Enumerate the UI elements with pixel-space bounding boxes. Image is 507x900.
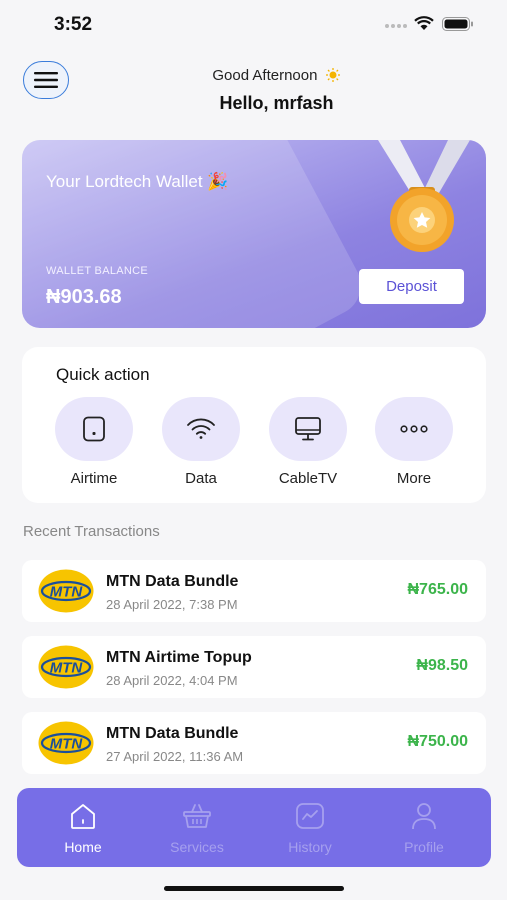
status-time: 3:52 (54, 14, 93, 35)
quick-action-label: More (396, 470, 432, 487)
cellular-signal-icon (385, 24, 407, 28)
transaction-row[interactable]: MTN MTN Data Bundle 27 April 2022, 11:36… (22, 712, 486, 774)
mtn-logo-text: MTN (50, 584, 84, 601)
transaction-date: 28 April 2022, 4:04 PM (106, 673, 238, 688)
quick-action-card: Quick action Airtime Data CableTV More (22, 347, 486, 503)
mtn-logo-icon: MTN (38, 721, 94, 765)
wallet-balance: ₦903.68 (46, 286, 122, 308)
mtn-logo-text: MTN (50, 660, 84, 677)
transaction-amount: ₦765.00 (407, 581, 469, 598)
mtn-logo-icon: MTN (38, 569, 94, 613)
recent-transactions-title: Recent Transactions (23, 523, 160, 540)
nav-services[interactable]: Services (147, 802, 247, 855)
quick-action-cabletv[interactable]: CableTV (269, 397, 347, 487)
basket-icon (183, 804, 211, 828)
quick-action-circle (55, 397, 133, 461)
nav-history[interactable]: History (260, 802, 360, 855)
chart-icon (296, 803, 324, 829)
nav-label: History (288, 839, 332, 855)
home-indicator (164, 886, 344, 891)
wallet-card: Your Lordtech Wallet 🎉 WALLET BALANCE ₦9… (22, 140, 486, 328)
nav-label: Profile (404, 839, 444, 855)
hello-username: Hello, mrfash (219, 93, 334, 113)
transaction-name: MTN Data Bundle (106, 573, 239, 590)
status-bar: 3:52 (0, 0, 507, 48)
nav-label: Services (170, 839, 224, 855)
nav-profile[interactable]: Profile (374, 802, 474, 855)
greeting: Good Afternoon (0, 67, 507, 84)
nav-home[interactable]: Home (33, 802, 133, 855)
transaction-amount: ₦750.00 (407, 733, 469, 750)
more-dots-icon (400, 425, 428, 433)
medal-icon (378, 140, 470, 252)
quick-action-label: Data (185, 470, 217, 487)
quick-action-data[interactable]: Data (162, 397, 240, 487)
home-icon (71, 804, 95, 829)
wallet-title: Your Lordtech Wallet 🎉 (46, 172, 229, 191)
transaction-name: MTN Airtime Topup (106, 649, 252, 666)
wallet-balance-label: WALLET BALANCE (46, 265, 149, 277)
monitor-icon (295, 417, 321, 441)
transaction-row[interactable]: MTN MTN Airtime Topup 28 April 2022, 4:0… (22, 636, 486, 698)
wifi-icon (187, 418, 215, 439)
user-icon (412, 803, 436, 830)
battery-icon (442, 17, 473, 31)
quick-action-circle (162, 397, 240, 461)
transaction-name: MTN Data Bundle (106, 725, 239, 742)
phone-icon (83, 416, 105, 442)
nav-label: Home (64, 839, 102, 855)
transaction-date: 27 April 2022, 11:36 AM (106, 749, 244, 764)
quick-action-title: Quick action (56, 365, 150, 384)
quick-action-airtime[interactable]: Airtime (55, 397, 133, 487)
transaction-amount: ₦98.50 (416, 657, 468, 674)
transaction-date: 28 April 2022, 7:38 PM (106, 597, 238, 612)
sun-icon (325, 68, 340, 82)
greeting-text: Good Afternoon (212, 67, 318, 84)
mtn-logo-text: MTN (50, 736, 84, 753)
quick-action-circle (269, 397, 347, 461)
quick-action-circle (375, 397, 453, 461)
quick-action-label: Airtime (70, 470, 118, 487)
quick-action-label: CableTV (278, 470, 338, 487)
mtn-logo-icon: MTN (38, 645, 94, 689)
bottom-nav: Home Services History Profile (17, 788, 491, 867)
wifi-status-icon (414, 16, 434, 30)
quick-action-more[interactable]: More (375, 397, 453, 487)
transaction-row[interactable]: MTN MTN Data Bundle 28 April 2022, 7:38 … (22, 560, 486, 622)
deposit-button[interactable]: Deposit (359, 269, 464, 304)
